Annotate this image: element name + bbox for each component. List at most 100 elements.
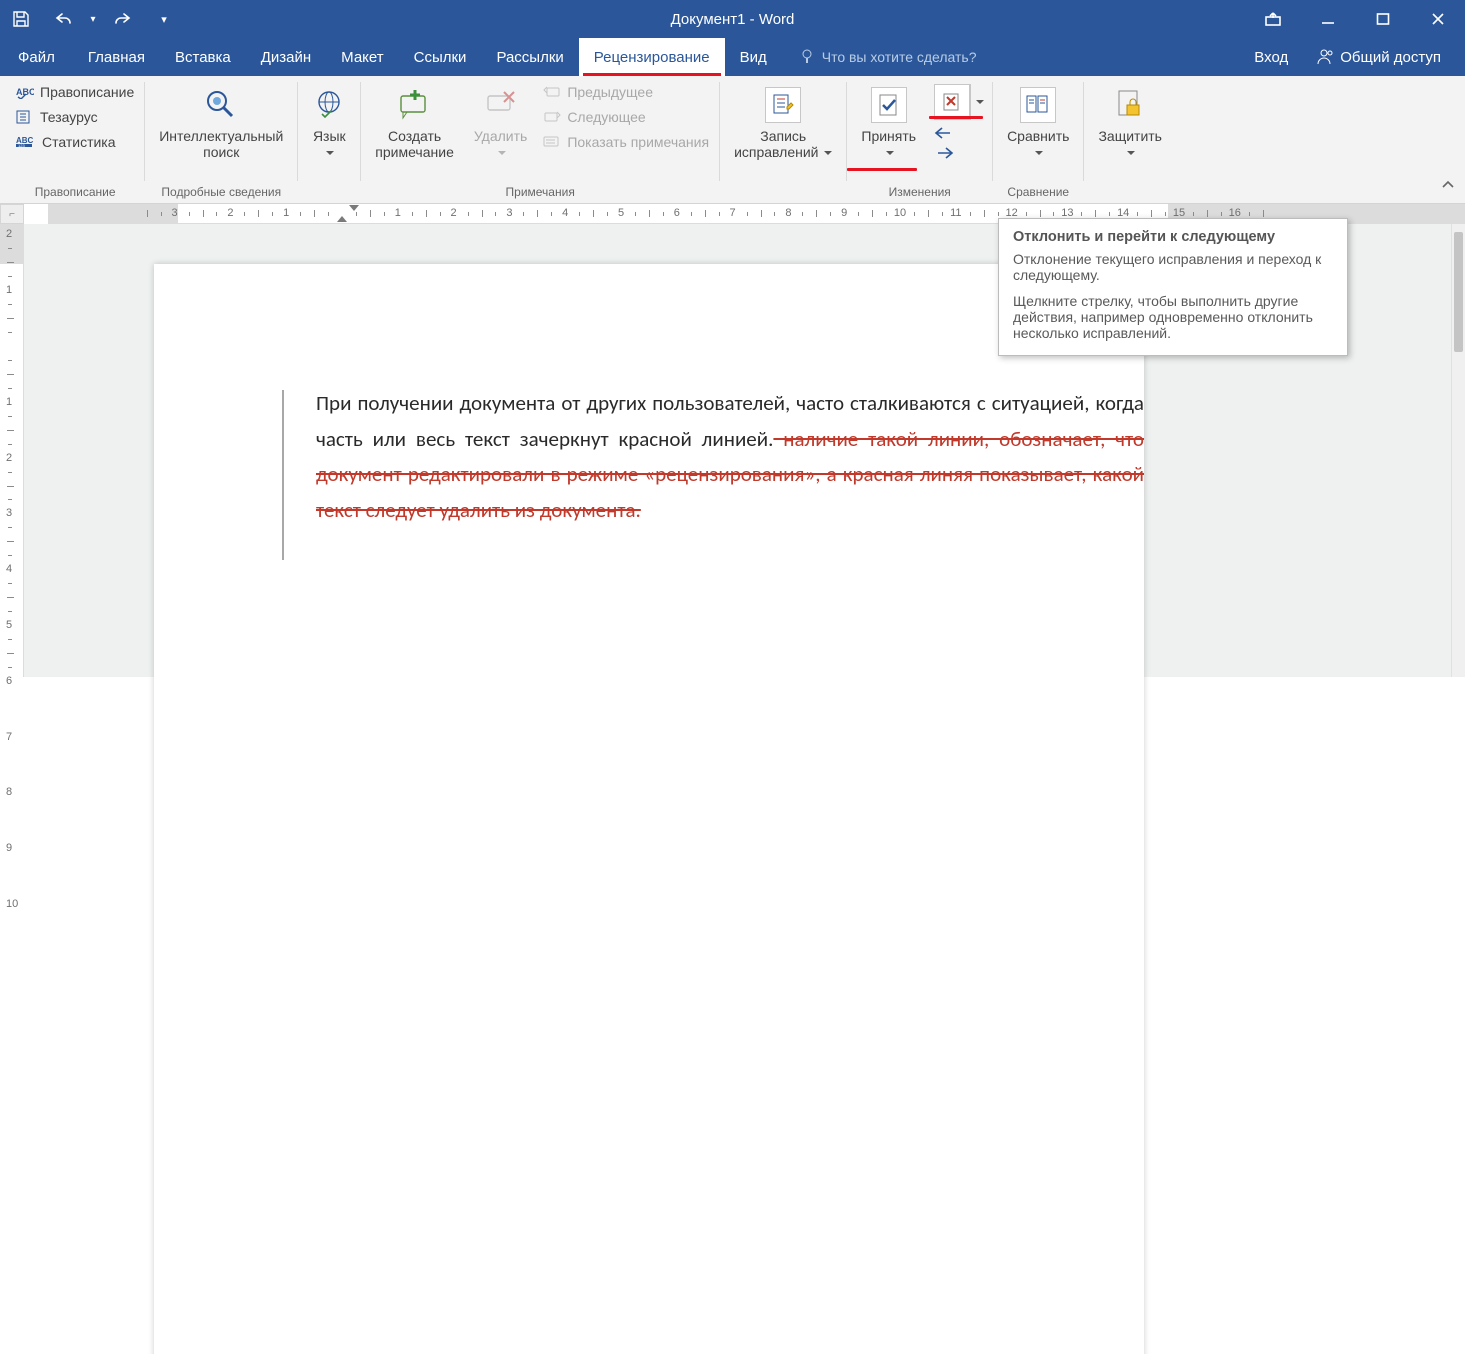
protect-icon [1113, 84, 1147, 126]
new-comment-icon [397, 84, 433, 126]
quick-access-toolbar: ▾ ▾ [0, 0, 176, 38]
spelling-button[interactable]: ABC Правописание [12, 82, 138, 103]
accept-button[interactable]: Принять [853, 80, 924, 160]
previous-comment-label: Предыдущее [567, 84, 653, 101]
scrollbar-thumb[interactable] [1454, 232, 1463, 352]
window-controls [1245, 0, 1465, 38]
sign-in-button[interactable]: Вход [1240, 49, 1302, 66]
group-comments: Создать примечание Удалить Предыдущее Сл… [361, 76, 719, 203]
show-comments-label: Показать примечания [567, 134, 709, 151]
previous-change-button[interactable] [934, 126, 986, 140]
smart-lookup-label: Интеллектуальный поиск [159, 128, 283, 160]
group-proofing: ABC Правописание Тезаурус ABC123 Статист… [6, 76, 144, 203]
group-protect: Защитить [1084, 76, 1176, 203]
next-comment-button: Следующее [539, 107, 713, 128]
accept-label: Принять [861, 128, 916, 144]
group-insights-label: Подробные сведения [151, 182, 291, 203]
show-comments-button: Показать примечания [539, 132, 713, 153]
track-changes-button[interactable]: Запись исправлений [726, 80, 840, 160]
next-comment-icon [543, 110, 561, 124]
spelling-icon: ABC [16, 85, 34, 99]
save-button[interactable] [0, 0, 42, 38]
new-comment-button[interactable]: Создать примечание [367, 80, 462, 160]
redo-button[interactable] [102, 0, 144, 38]
track-changes-icon [765, 84, 801, 126]
vertical-scrollbar[interactable] [1451, 224, 1465, 677]
delete-comment-button: Удалить [466, 80, 535, 160]
tooltip-p2: Щелкните стрелку, чтобы выполнить другие… [1013, 293, 1333, 341]
reject-dropdown[interactable] [970, 84, 986, 120]
word-count-icon: ABC123 [16, 135, 36, 149]
tab-home[interactable]: Главная [73, 38, 160, 76]
tab-review[interactable]: Рецензирование [579, 38, 725, 76]
hanging-indent-marker[interactable] [337, 216, 347, 222]
share-label: Общий доступ [1340, 49, 1441, 66]
next-change-icon [934, 146, 954, 160]
tab-mailings[interactable]: Рассылки [481, 38, 578, 76]
thesaurus-label: Тезаурус [40, 109, 98, 126]
ruler-corner[interactable]: ⌐ [0, 204, 24, 224]
language-icon [312, 84, 346, 126]
thesaurus-button[interactable]: Тезаурус [12, 107, 102, 128]
revision-bar[interactable] [282, 390, 284, 560]
compare-button[interactable]: Сравнить [999, 80, 1077, 160]
tab-file[interactable]: Файл [0, 38, 73, 76]
ribbon-tabs: Файл Главная Вставка Дизайн Макет Ссылки… [0, 38, 1465, 76]
annotation-mark [929, 116, 983, 119]
reject-icon [934, 84, 970, 120]
spelling-label: Правописание [40, 84, 134, 101]
document-text[interactable]: При получении документа от других пользо… [316, 386, 1144, 529]
tab-design[interactable]: Дизайн [246, 38, 326, 76]
tab-view[interactable]: Вид [725, 38, 782, 76]
qat-customize-button[interactable]: ▾ [152, 0, 176, 38]
first-line-indent-marker[interactable] [349, 205, 359, 211]
group-insights: Интеллектуальный поиск Подробные сведени… [145, 76, 297, 203]
track-changes-label: Запись исправлений [734, 128, 818, 160]
title-bar: ▾ ▾ Документ1 - Word [0, 0, 1465, 38]
show-comments-icon [543, 135, 561, 149]
annotation-mark [847, 168, 917, 171]
word-count-button[interactable]: ABC123 Статистика [12, 132, 120, 153]
thesaurus-icon [16, 110, 34, 124]
group-changes-label: Изменения [853, 182, 986, 203]
reject-button[interactable] [934, 84, 986, 120]
undo-button[interactable] [42, 0, 84, 38]
previous-comment-button: Предыдущее [539, 82, 713, 103]
protect-label: Защитить [1098, 128, 1162, 144]
svg-text:123: 123 [18, 143, 25, 148]
tab-insert[interactable]: Вставка [160, 38, 246, 76]
tab-references[interactable]: Ссылки [399, 38, 482, 76]
group-language: Язык [298, 76, 360, 203]
compare-icon [1020, 84, 1056, 126]
tell-me-placeholder: Что вы хотите сделать? [822, 49, 977, 65]
smart-lookup-icon [202, 84, 240, 126]
protect-button[interactable]: Защитить [1090, 80, 1170, 160]
tell-me-search[interactable]: Что вы хотите сделать? [800, 38, 977, 76]
accept-icon [871, 84, 907, 126]
close-button[interactable] [1410, 0, 1465, 38]
language-button[interactable]: Язык [304, 80, 354, 160]
smart-lookup-button[interactable]: Интеллектуальный поиск [151, 80, 291, 160]
minimize-button[interactable] [1300, 0, 1355, 38]
maximize-button[interactable] [1355, 0, 1410, 38]
previous-change-icon [934, 126, 954, 140]
group-proofing-label: Правописание [12, 182, 138, 203]
tooltip-title: Отклонить и перейти к следующему [1013, 229, 1333, 245]
reject-tooltip: Отклонить и перейти к следующему Отклоне… [998, 218, 1348, 356]
group-tracking: Запись исправлений [720, 76, 846, 203]
next-comment-label: Следующее [567, 109, 645, 126]
previous-comment-icon [543, 85, 561, 99]
tab-layout[interactable]: Макет [326, 38, 398, 76]
group-compare-label: Сравнение [999, 182, 1077, 203]
vertical-ruler[interactable]: 2112345678910 [0, 224, 24, 677]
next-change-button[interactable] [934, 146, 986, 160]
document-page[interactable]: При получении документа от других пользо… [154, 264, 1144, 1354]
compare-label: Сравнить [1007, 128, 1069, 144]
share-button[interactable]: Общий доступ [1302, 48, 1455, 66]
undo-dropdown[interactable]: ▾ [84, 0, 102, 38]
ribbon-display-options-button[interactable] [1245, 0, 1300, 38]
ribbon: ABC Правописание Тезаурус ABC123 Статист… [0, 76, 1465, 204]
group-changes: Принять Изменения [847, 76, 992, 203]
new-comment-label: Создать примечание [375, 128, 454, 160]
collapse-ribbon-button[interactable] [1441, 178, 1455, 197]
